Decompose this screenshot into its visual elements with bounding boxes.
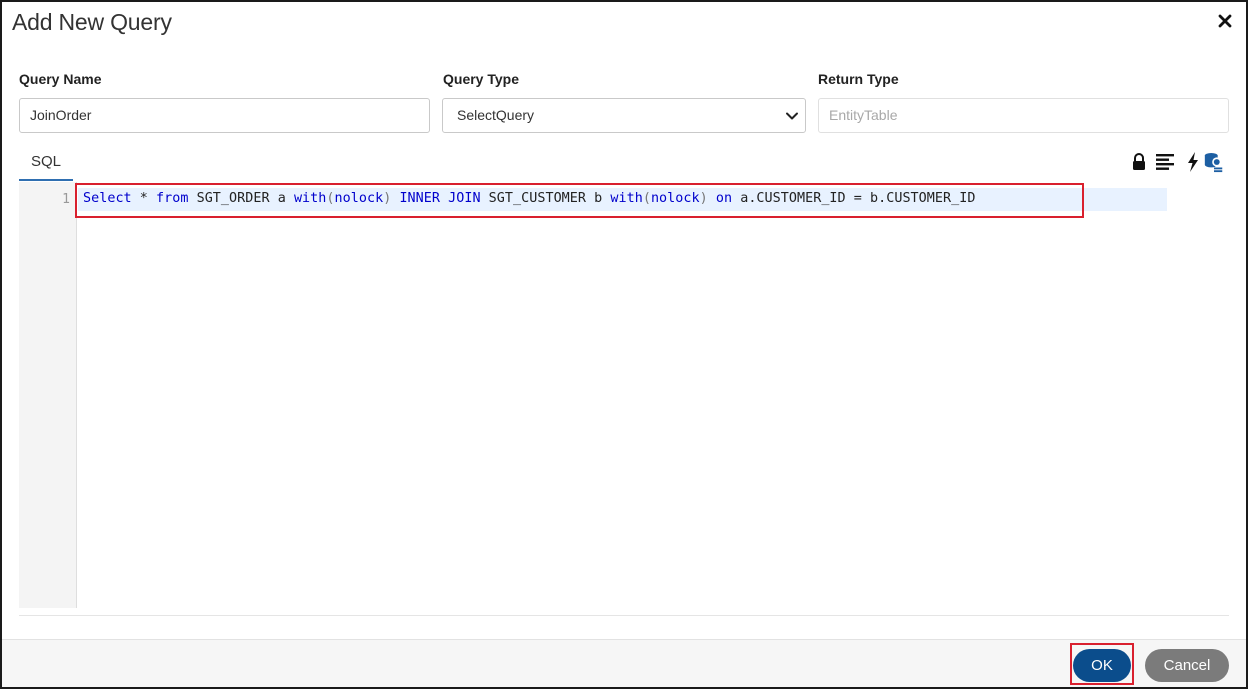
query-name-label: Query Name <box>19 71 102 87</box>
dialog-title: Add New Query <box>12 9 172 35</box>
sql-keyword: nolock <box>650 191 700 206</box>
close-button[interactable] <box>1214 10 1236 32</box>
sql-text: SGT_ORDER a <box>188 191 294 206</box>
sql-keyword: Select <box>83 191 132 206</box>
sql-paren: ( <box>326 191 335 206</box>
close-icon[interactable] <box>1214 10 1236 32</box>
code-line[interactable]: Select * from SGT_ORDER a with(nolock) I… <box>83 191 975 206</box>
query-type-value: SelectQuery <box>457 107 535 123</box>
lock-icon[interactable] <box>1128 150 1150 174</box>
return-type-label: Return Type <box>818 71 899 87</box>
sql-keyword: with <box>610 191 643 206</box>
sql-text: SGT_CUSTOMER b <box>480 191 611 206</box>
sql-text: * <box>131 191 157 206</box>
tab-sql[interactable]: SQL <box>19 152 73 181</box>
lightning-icon[interactable] <box>1182 150 1204 174</box>
line-gutter: 1 <box>19 182 77 608</box>
dialog-footer <box>2 639 1246 687</box>
sql-keyword: INNER JOIN <box>399 191 481 206</box>
sql-text: a.CUSTOMER_ID = b.CUSTOMER_ID <box>732 191 976 206</box>
line-number: 1 <box>62 192 70 207</box>
format-align-icon[interactable] <box>1154 150 1176 174</box>
sql-editor[interactable]: 1 Select * from SGT_ORDER a with(nolock)… <box>19 182 1229 616</box>
cancel-button[interactable]: Cancel <box>1145 649 1229 682</box>
query-name-input[interactable]: JoinOrder <box>19 98 430 133</box>
sql-paren: ( <box>642 191 651 206</box>
sql-keyword: from <box>156 191 189 206</box>
sql-paren: ) <box>699 191 708 206</box>
query-type-select[interactable]: SelectQuery <box>442 98 806 133</box>
database-settings-icon[interactable] <box>1203 150 1225 174</box>
ok-button[interactable]: OK <box>1073 649 1131 682</box>
return-type-input[interactable]: EntityTable <box>818 98 1229 133</box>
chevron-down-icon <box>786 112 798 120</box>
sql-keyword: on <box>715 191 733 206</box>
query-type-label: Query Type <box>443 71 519 87</box>
sql-keyword: with <box>293 191 327 206</box>
sql-keyword: nolock <box>334 191 384 206</box>
